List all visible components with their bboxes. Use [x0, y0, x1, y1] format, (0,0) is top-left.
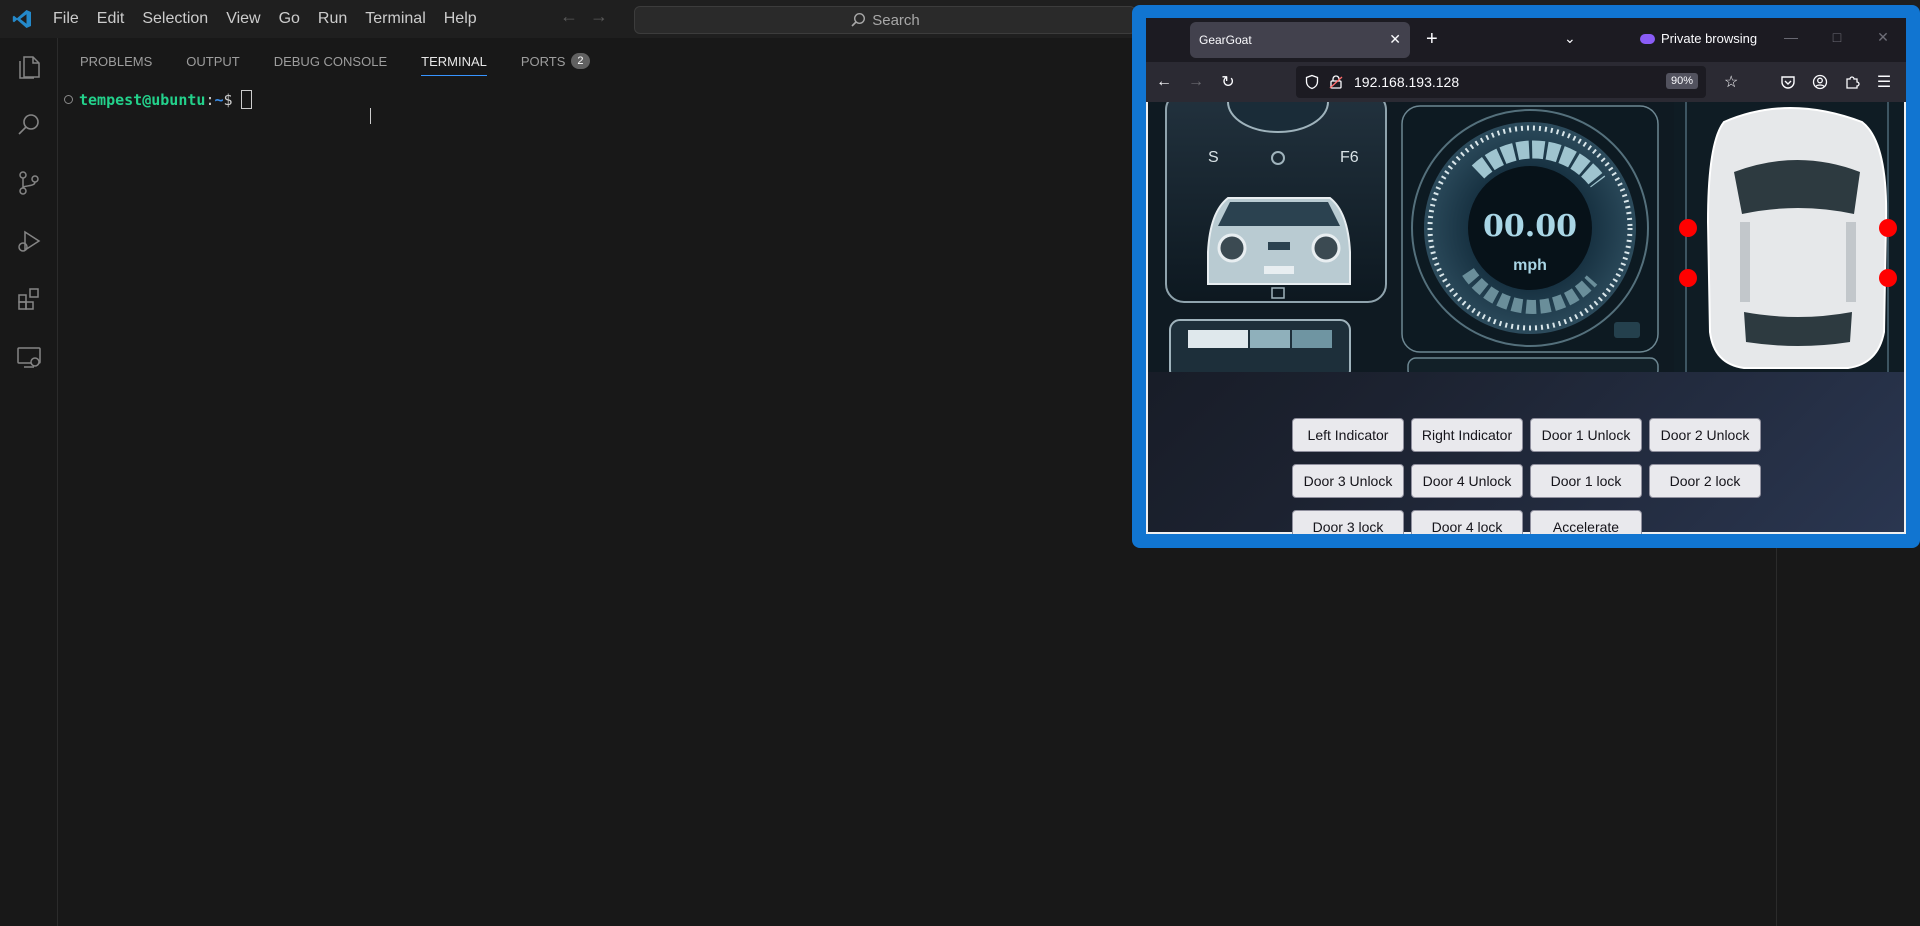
toolbar-buttons: ☰	[1772, 66, 1900, 98]
forward-arrow-icon[interactable]: →	[590, 6, 608, 27]
back-arrow-icon[interactable]: ←	[560, 6, 578, 27]
maximize-icon[interactable]: □	[1814, 18, 1860, 56]
menu-view[interactable]: View	[217, 0, 269, 38]
gear-right-label: F6	[1340, 149, 1359, 166]
panel-tabs: PROBLEMS OUTPUT DEBUG CONSOLE TERMINAL P…	[58, 38, 602, 84]
extensions-icon[interactable]	[0, 270, 57, 328]
prompt-separator: :	[205, 90, 215, 109]
menu-terminal[interactable]: Terminal	[356, 0, 434, 38]
tab-ports[interactable]: PORTS 2	[509, 38, 602, 84]
forward-icon[interactable]: →	[1180, 66, 1212, 98]
tab-debug-console[interactable]: DEBUG CONSOLE	[262, 38, 399, 84]
lock-insecure-icon	[1329, 75, 1343, 89]
command-decoration-icon	[64, 95, 73, 104]
menu-help[interactable]: Help	[435, 0, 486, 38]
private-browsing-indicator: Private browsing	[1640, 31, 1757, 46]
run-debug-icon[interactable]	[0, 212, 57, 270]
command-center-search[interactable]: Search	[634, 6, 1136, 34]
prompt-path: ~	[214, 90, 224, 109]
window-controls: — □ ✕	[1768, 18, 1906, 56]
door-2-lock-button[interactable]: Door 2 lock	[1649, 464, 1761, 498]
speed-value: 00.00	[1483, 209, 1577, 244]
browser-tab[interactable]: GearGoat ✕	[1190, 22, 1410, 58]
search-icon	[851, 12, 866, 27]
bookmark-star-icon[interactable]: ☆	[1724, 72, 1738, 92]
explorer-icon[interactable]	[0, 38, 57, 96]
tab-problems[interactable]: PROBLEMS	[68, 38, 164, 84]
history-nav: ← →	[560, 6, 608, 27]
list-tabs-chevron-icon[interactable]: ⌄	[1564, 30, 1576, 47]
private-mask-icon	[1640, 33, 1655, 44]
tab-title: GearGoat	[1199, 33, 1252, 47]
left-indicator-button[interactable]: Left Indicator	[1292, 418, 1404, 452]
pocket-icon[interactable]	[1772, 66, 1804, 98]
menu-selection[interactable]: Selection	[133, 0, 217, 38]
prompt-user-host: tempest@ubuntu	[79, 90, 206, 109]
car-dashboard-image: S F6 00.00 mph	[1148, 91, 1904, 381]
menu-go[interactable]: Go	[270, 0, 309, 38]
firefox-nav-bar: ← → ↻ 192.168.193.128 90% ☆ ☰	[1146, 62, 1906, 102]
speed-unit: mph	[1513, 257, 1547, 274]
control-buttons: Left Indicator Right Indicator Door 1 Un…	[1292, 418, 1761, 534]
firefox-tab-bar: GearGoat ✕ + ⌄ Private browsing — □ ✕	[1146, 18, 1906, 62]
geargoat-page: S F6 00.00 mph Left Indicator Right Indi…	[1146, 91, 1906, 534]
extensions-puzzle-icon[interactable]	[1836, 66, 1868, 98]
account-icon[interactable]	[1804, 66, 1836, 98]
door-4-unlock-button[interactable]: Door 4 Unlock	[1411, 464, 1523, 498]
door-4-lock-button[interactable]: Door 4 lock	[1411, 510, 1523, 534]
door-2-indicator	[1879, 219, 1897, 237]
url-text: 192.168.193.128	[1354, 74, 1460, 90]
search-placeholder: Search	[872, 11, 920, 29]
firefox-window: GearGoat ✕ + ⌄ Private browsing — □ ✕ ← …	[1146, 18, 1906, 534]
door-1-indicator	[1679, 219, 1697, 237]
back-icon[interactable]: ←	[1148, 66, 1180, 98]
mouse-ibeam-cursor	[370, 108, 373, 124]
prompt-symbol: $	[223, 90, 233, 109]
door-3-unlock-button[interactable]: Door 3 Unlock	[1292, 464, 1404, 498]
ports-count-badge: 2	[571, 53, 590, 69]
door-2-unlock-button[interactable]: Door 2 Unlock	[1649, 418, 1761, 452]
tab-ports-label: PORTS	[520, 53, 566, 69]
terminal-cursor	[240, 90, 252, 109]
reload-icon[interactable]: ↻	[1212, 66, 1244, 98]
terminal-prompt[interactable]: tempest@ubuntu: ~ $	[64, 90, 252, 109]
menu-edit[interactable]: Edit	[88, 0, 134, 38]
minimize-icon[interactable]: —	[1768, 18, 1814, 56]
door-3-indicator	[1679, 269, 1697, 287]
door-1-lock-button[interactable]: Door 1 lock	[1530, 464, 1642, 498]
remote-explorer-icon[interactable]	[0, 328, 57, 386]
search-icon[interactable]	[0, 96, 57, 154]
url-bar[interactable]: 192.168.193.128 90%	[1296, 66, 1706, 98]
tab-terminal[interactable]: TERMINAL	[409, 38, 499, 84]
tab-output[interactable]: OUTPUT	[174, 38, 251, 84]
door-3-lock-button[interactable]: Door 3 lock	[1292, 510, 1404, 534]
door-1-unlock-button[interactable]: Door 1 Unlock	[1530, 418, 1642, 452]
door-4-indicator	[1879, 269, 1897, 287]
activity-bar	[0, 38, 58, 926]
accelerate-button[interactable]: Accelerate	[1530, 510, 1642, 534]
menu-run[interactable]: Run	[309, 0, 356, 38]
front-car-illustration	[1207, 197, 1351, 299]
shield-icon	[1305, 74, 1319, 90]
right-indicator-button[interactable]: Right Indicator	[1411, 418, 1523, 452]
private-label: Private browsing	[1661, 31, 1758, 46]
close-window-icon[interactable]: ✕	[1860, 18, 1906, 56]
hamburger-menu-icon[interactable]: ☰	[1868, 66, 1900, 98]
source-control-icon[interactable]	[0, 154, 57, 212]
menu-file[interactable]: File	[44, 0, 88, 38]
close-tab-icon[interactable]: ✕	[1389, 31, 1401, 48]
zoom-level-badge[interactable]: 90%	[1665, 73, 1698, 89]
menu-bar: File Edit Selection View Go Run Terminal…	[44, 0, 486, 38]
vscode-logo-icon	[0, 0, 44, 38]
new-tab-icon[interactable]: +	[1426, 28, 1438, 51]
car-top-view-illustration	[1706, 107, 1888, 369]
gear-left-label: S	[1208, 149, 1219, 166]
